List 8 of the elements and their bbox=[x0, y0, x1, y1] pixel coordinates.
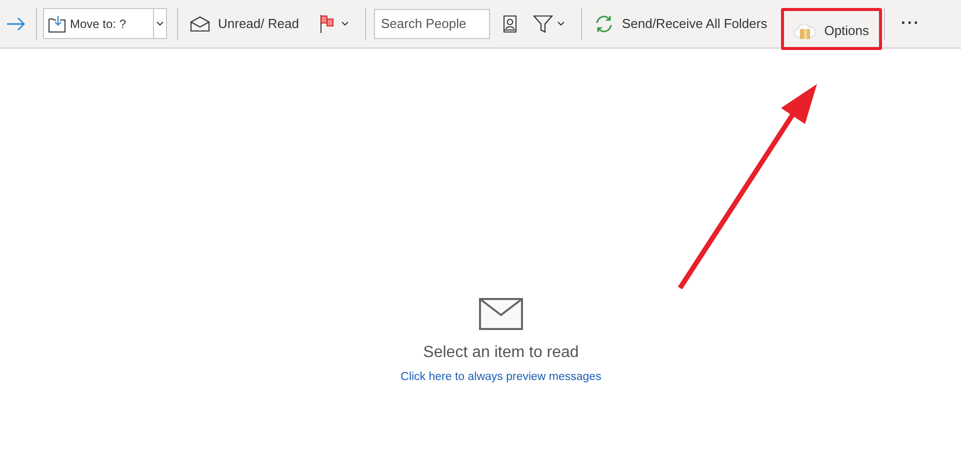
preview-link[interactable]: Click here to always preview messages bbox=[400, 371, 602, 383]
search-field[interactable]: Search People bbox=[374, 8, 490, 38]
unread-read-button[interactable]: Unread/ Read bbox=[184, 8, 305, 40]
empty-message: Select an item to read bbox=[423, 344, 579, 362]
more-button[interactable]: ··· bbox=[895, 8, 926, 40]
move-to-dropdown[interactable]: Move to: ? bbox=[43, 8, 167, 39]
options-button[interactable]: Options bbox=[788, 14, 876, 46]
send-receive-button[interactable]: Send/Receive All Folders bbox=[588, 8, 774, 40]
